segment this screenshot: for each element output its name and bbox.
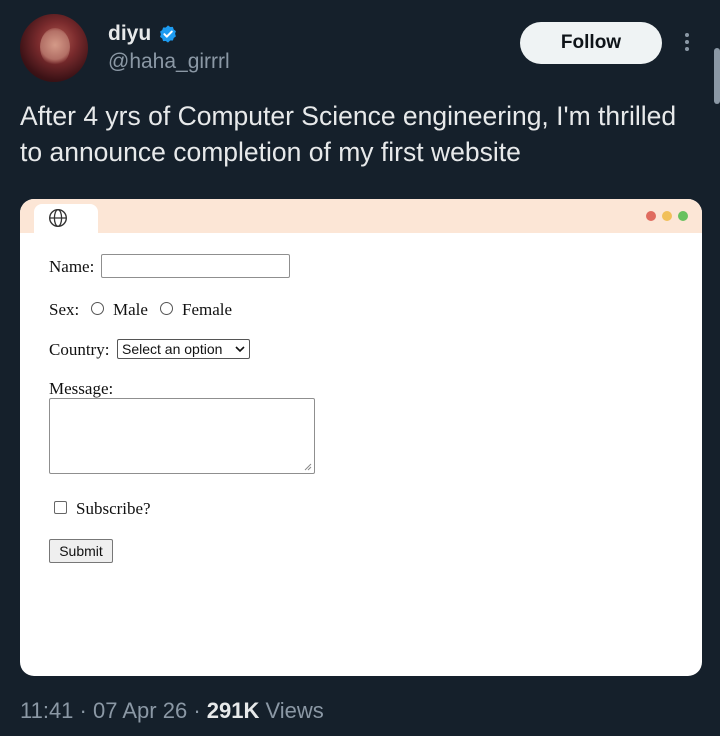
views-count[interactable]: 291K	[207, 698, 260, 723]
form: Name: Sex: Male Female Country: Select a…	[20, 233, 702, 676]
country-select-value: Select an option	[122, 341, 223, 357]
tweet-date[interactable]: 07 Apr 26	[93, 698, 187, 723]
name-label: Name:	[49, 257, 95, 276]
message-textarea	[49, 398, 315, 474]
window-dot-green	[678, 211, 688, 221]
views-label[interactable]: Views	[265, 698, 323, 723]
globe-icon	[48, 208, 68, 228]
meta-separator: ·	[193, 698, 201, 723]
submit-button: Submit	[49, 539, 113, 563]
radio-female	[160, 302, 173, 315]
verified-badge-icon	[160, 25, 177, 43]
name-input	[101, 254, 290, 278]
scrollbar[interactable]	[714, 48, 720, 104]
meta-separator: ·	[79, 698, 87, 723]
sex-label: Sex:	[49, 300, 80, 319]
more-vertical-icon[interactable]	[677, 30, 697, 58]
author-name-row: diyu	[108, 22, 178, 46]
radio-female-label: Female	[182, 300, 233, 319]
window-dot-yellow	[662, 211, 672, 221]
country-select: Select an option	[117, 339, 250, 359]
tweet-text: After 4 yrs of Computer Science engineer…	[20, 101, 677, 167]
chevron-down-icon	[235, 346, 245, 353]
tweet-time[interactable]: 11:41	[20, 698, 73, 723]
message-label: Message:	[49, 379, 114, 398]
browser-title-bar	[20, 199, 702, 233]
subscribe-label: Subscribe?	[76, 499, 151, 518]
follow-button[interactable]: Follow	[520, 22, 662, 64]
author-handle[interactable]: @haha_girrrl	[108, 50, 230, 74]
tweet-image[interactable]: Name: Sex: Male Female Country: Select a…	[20, 199, 702, 676]
window-controls	[646, 211, 688, 221]
subscribe-checkbox	[54, 501, 67, 514]
country-label: Country:	[49, 340, 110, 359]
tweet-meta: 11:41 · 07 Apr 26 · 291K Views	[20, 698, 324, 724]
tweet: diyu @haha_girrrl Follow After 4 yrs of …	[0, 0, 720, 736]
author-display-name[interactable]: diyu	[108, 22, 151, 46]
window-dot-red	[646, 211, 656, 221]
radio-male-label: Male	[113, 300, 148, 319]
resize-handle-icon	[304, 463, 312, 471]
radio-male	[91, 302, 104, 315]
avatar[interactable]	[20, 14, 88, 82]
